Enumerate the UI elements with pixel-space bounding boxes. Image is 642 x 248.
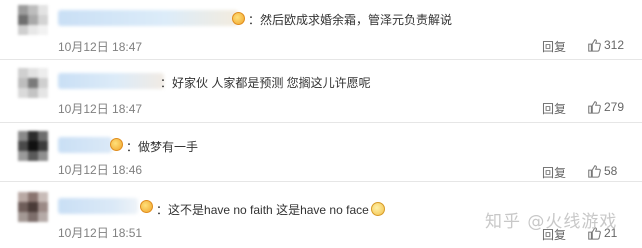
smiley-emoji-icon — [232, 12, 245, 25]
reply-button[interactable]: 回复 — [542, 38, 566, 55]
like-count: 312 — [604, 38, 625, 52]
reply-button[interactable]: 回复 — [542, 164, 566, 181]
comment-text: ：然后欧成求婚余霜，管泽元负责解说 — [248, 13, 453, 27]
comment-item: ：然后欧成求婚余霜，管泽元负责解说 10月12日 18:47 回复 312 — [0, 0, 642, 60]
like-button[interactable]: 279 — [587, 100, 624, 114]
avatar[interactable] — [18, 5, 48, 35]
like-count: 279 — [604, 100, 625, 114]
thumbs-up-icon — [588, 165, 601, 178]
comment-item: ：做梦有一手 10月12日 18:46 回复 58 — [0, 123, 642, 182]
username-redacted[interactable] — [58, 10, 238, 26]
comment-time: 10月12日 18:51 — [58, 226, 143, 240]
username-redacted[interactable] — [58, 137, 112, 153]
smiley-emoji-icon — [140, 200, 153, 213]
like-button[interactable]: 58 — [587, 164, 617, 178]
zhihu-watermark: 知乎 @火线游戏 — [485, 212, 618, 232]
comment-item: ：好家伙 人家都是预测 您搁这儿许愿呢 10月12日 18:47 回复 279 — [0, 60, 642, 123]
comment-time: 10月12日 18:47 — [58, 102, 143, 116]
username-redacted[interactable] — [58, 198, 138, 214]
like-count: 58 — [604, 164, 618, 178]
reply-button[interactable]: 回复 — [542, 100, 566, 117]
comment-text: ：做梦有一手 — [126, 140, 199, 154]
thumbs-up-icon — [588, 39, 601, 52]
smiley-emoji-icon — [110, 138, 123, 151]
avatar[interactable] — [18, 68, 48, 98]
comment-time: 10月12日 18:47 — [58, 40, 143, 54]
comment-text: ：这不是have no faith 这是have no face — [156, 201, 385, 218]
comment-time: 10月12日 18:46 — [58, 163, 143, 177]
blush-emoji-icon — [370, 202, 385, 216]
like-button[interactable]: 312 — [587, 38, 624, 52]
avatar[interactable] — [18, 192, 48, 222]
comment-text: ：好家伙 人家都是预测 您搁这儿许愿呢 — [160, 76, 371, 90]
username-redacted[interactable] — [58, 73, 164, 89]
avatar[interactable] — [18, 131, 48, 161]
thumbs-up-icon — [588, 101, 601, 114]
